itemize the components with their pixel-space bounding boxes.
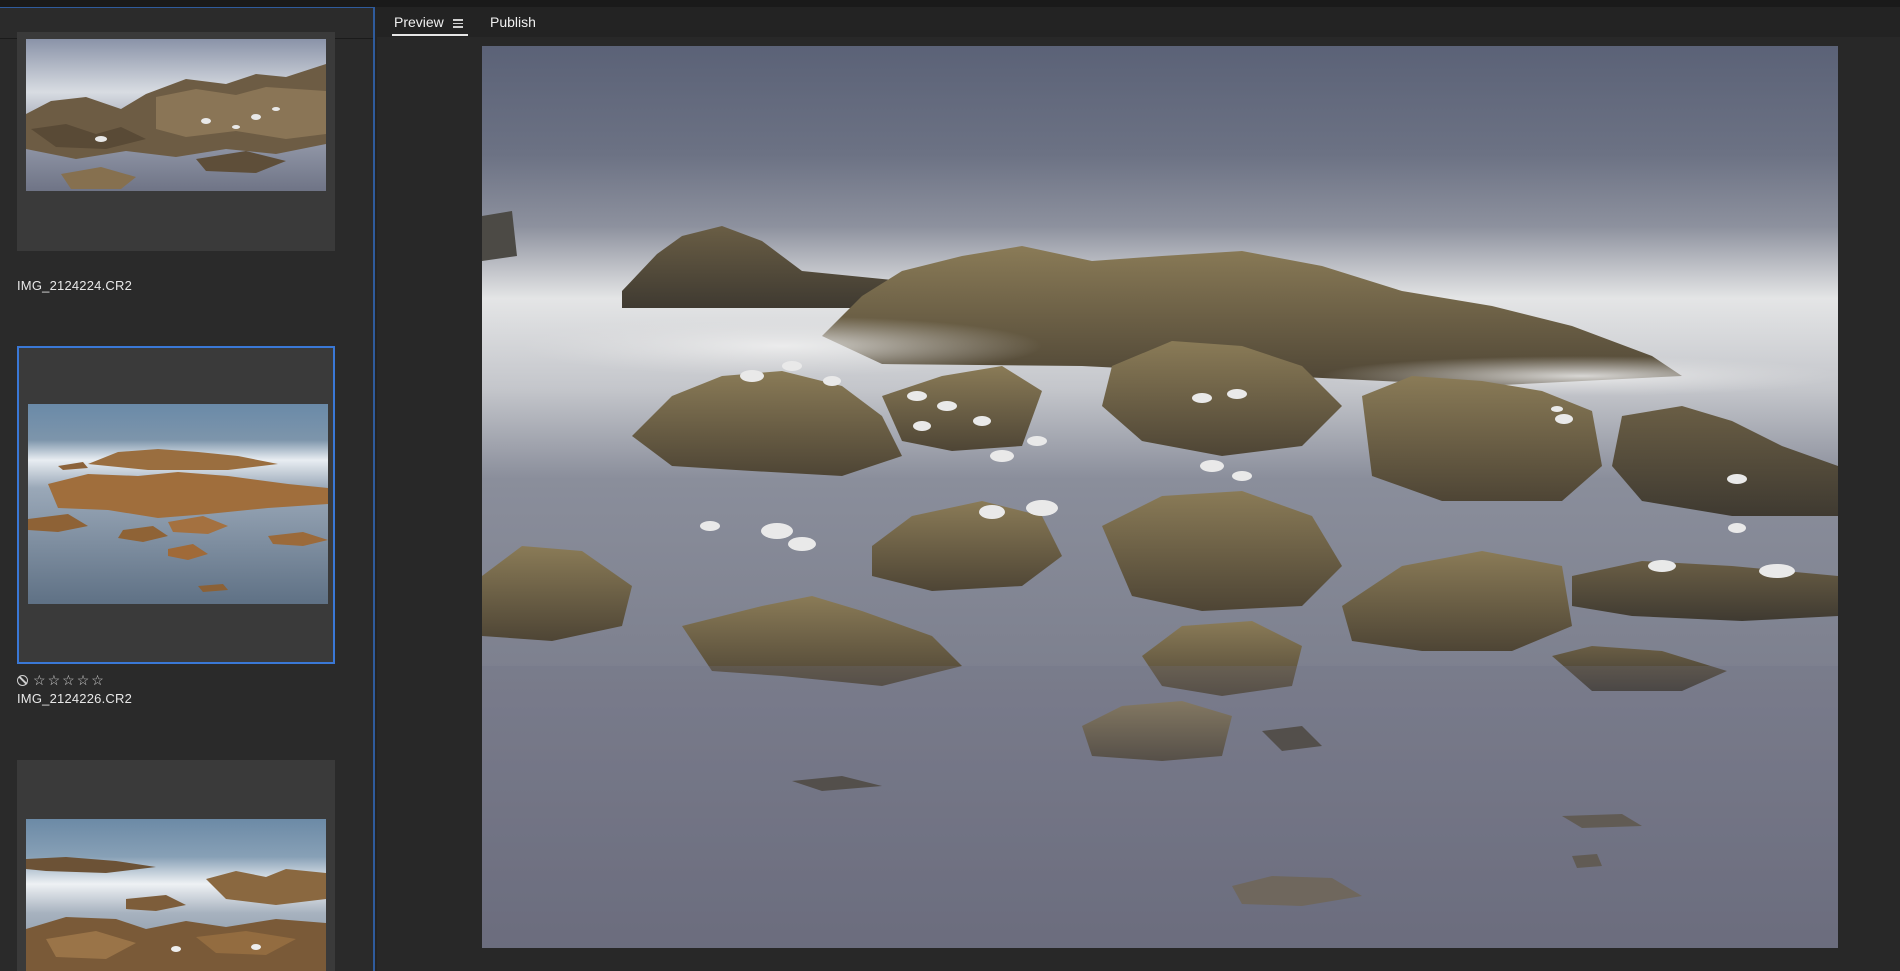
preview-image[interactable] <box>482 46 1838 948</box>
title-strip <box>0 0 1900 7</box>
hamburger-menu-icon[interactable] <box>453 19 463 28</box>
view-tab-bar: Preview Publish <box>377 7 1900 37</box>
thumbnail-image-2[interactable] <box>28 404 328 604</box>
star-5-icon[interactable]: ☆ <box>91 673 104 687</box>
tab-preview[interactable]: Preview <box>392 14 468 36</box>
reject-flag-icon[interactable] <box>17 674 28 686</box>
star-2-icon[interactable]: ☆ <box>48 673 61 687</box>
star-1-icon[interactable]: ☆ <box>33 673 46 687</box>
filename-label-1: IMG_2124224.CR2 <box>17 278 133 293</box>
thumbnail-image-3[interactable] <box>26 819 326 971</box>
filmstrip-tile-2-selected[interactable] <box>17 346 335 664</box>
app-window: IMG_2124224.CR2 ☆ ☆ ☆ ☆ ☆ IMG_2124226.CR… <box>0 0 1900 971</box>
star-3-icon[interactable]: ☆ <box>62 673 75 687</box>
star-4-icon[interactable]: ☆ <box>77 673 90 687</box>
filmstrip-tile-3[interactable] <box>17 760 335 971</box>
rating-row[interactable]: ☆ ☆ ☆ ☆ ☆ <box>17 673 104 687</box>
filmstrip-tile-1[interactable] <box>17 32 335 251</box>
preview-viewer[interactable] <box>377 37 1900 971</box>
filename-label-2: IMG_2124226.CR2 <box>17 691 133 706</box>
tab-publish[interactable]: Publish <box>490 14 536 30</box>
thumbnail-image-1[interactable] <box>26 39 326 191</box>
filmstrip-panel[interactable]: IMG_2124224.CR2 ☆ ☆ ☆ ☆ ☆ IMG_2124226.CR… <box>0 7 375 971</box>
